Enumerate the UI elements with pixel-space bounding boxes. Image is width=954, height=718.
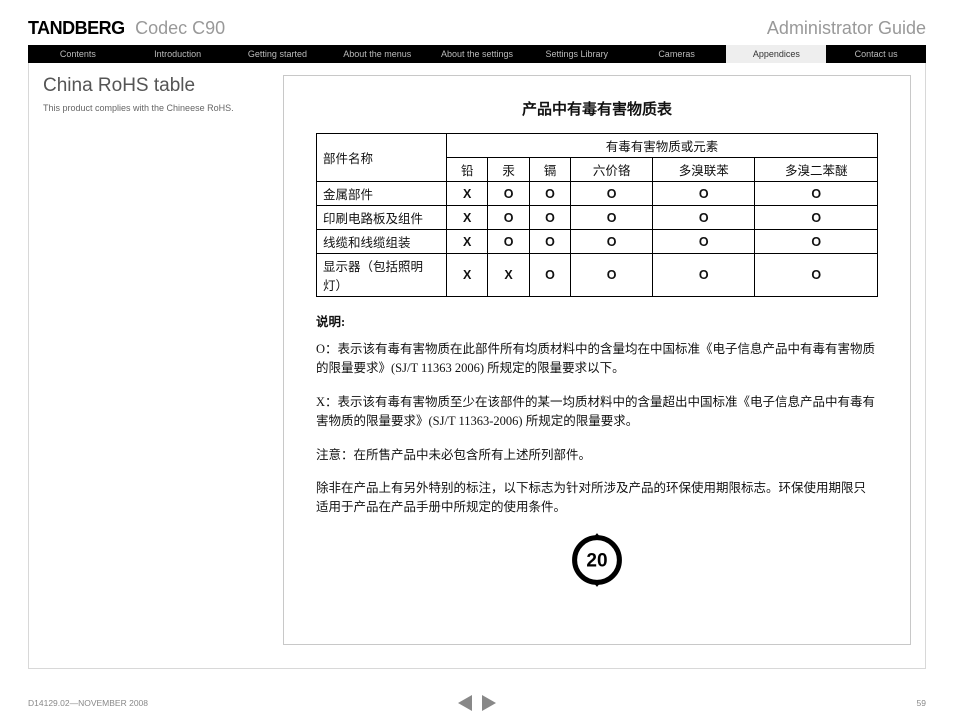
value-cell: O	[529, 206, 570, 230]
rohs-title: 产品中有毒有害物质表	[316, 98, 878, 119]
value-cell: O	[529, 254, 570, 297]
document-title: Administrator Guide	[767, 18, 926, 39]
nav-tab[interactable]: Cameras	[627, 45, 727, 63]
doc-reference: D14129.02—NOVEMBER 2008	[28, 698, 148, 708]
col-substance: 多溴联苯	[653, 158, 755, 182]
col-substance: 汞	[488, 158, 529, 182]
value-cell: O	[488, 230, 529, 254]
value-cell: X	[447, 206, 488, 230]
value-cell: O	[571, 206, 653, 230]
explain-x: X：表示该有毒有害物质至少在该部件的某一均质材料中的含量超出中国标准《电子信息产…	[316, 393, 878, 432]
explain-note: 注意：在所售产品中未必包含所有上述所列部件。	[316, 446, 878, 465]
nav-tab[interactable]: Introduction	[128, 45, 228, 63]
nav-tab[interactable]: Contact us	[826, 45, 926, 63]
content-area: China RoHS table This product complies w…	[28, 63, 926, 669]
value-cell: O	[529, 182, 570, 206]
value-cell: O	[571, 230, 653, 254]
nav-tab[interactable]: Appendices	[726, 45, 826, 63]
env-use-period-icon: 20	[569, 532, 625, 588]
col-substance: 镉	[529, 158, 570, 182]
value-cell: O	[529, 230, 570, 254]
col-substance: 多溴二苯醚	[755, 158, 878, 182]
nav-tab[interactable]: Settings Library	[527, 45, 627, 63]
col-group-header: 有毒有害物质或元素	[447, 134, 878, 158]
value-cell: O	[488, 182, 529, 206]
value-cell: O	[571, 254, 653, 297]
part-cell: 显示器（包括照明灯）	[317, 254, 447, 297]
brand-logo: TANDBERG	[28, 18, 125, 38]
col-substance: 铅	[447, 158, 488, 182]
value-cell: O	[755, 206, 878, 230]
section-title: China RoHS table	[43, 75, 263, 97]
table-row: 金属部件XOOOOO	[317, 182, 878, 206]
rohs-document: 产品中有毒有害物质表 部件名称有毒有害物质或元素铅汞镉六价铬多溴联苯多溴二苯醚金…	[283, 75, 911, 645]
nav-tab[interactable]: About the settings	[427, 45, 527, 63]
value-cell: O	[755, 182, 878, 206]
page-nav-arrows	[458, 695, 496, 711]
page-number: 59	[917, 698, 926, 708]
table-row: 显示器（包括照明灯）XXOOOO	[317, 254, 878, 297]
rohs-table: 部件名称有毒有害物质或元素铅汞镉六价铬多溴联苯多溴二苯醚金属部件XOOOOO印刷…	[316, 133, 878, 297]
svg-text:20: 20	[586, 550, 607, 571]
value-cell: X	[447, 230, 488, 254]
value-cell: O	[488, 206, 529, 230]
value-cell: O	[653, 182, 755, 206]
part-cell: 印刷电路板及组件	[317, 206, 447, 230]
sidebar: China RoHS table This product complies w…	[43, 75, 263, 656]
page-footer: D14129.02—NOVEMBER 2008 59	[28, 698, 926, 708]
value-cell: X	[488, 254, 529, 297]
prev-page-arrow-icon[interactable]	[458, 695, 472, 711]
explain-env: 除非在产品上有另外特别的标注，以下标志为针对所涉及产品的环保使用期限标志。环保使…	[316, 479, 878, 518]
col-substance: 六价铬	[571, 158, 653, 182]
value-cell: X	[447, 182, 488, 206]
next-page-arrow-icon[interactable]	[482, 695, 496, 711]
value-cell: O	[653, 254, 755, 297]
value-cell: O	[653, 230, 755, 254]
nav-tab[interactable]: Contents	[28, 45, 128, 63]
page-header: TANDBERG Codec C90 Administrator Guide	[28, 18, 926, 39]
value-cell: O	[755, 230, 878, 254]
part-cell: 线缆和线缆组装	[317, 230, 447, 254]
section-subtitle: This product complies with the Chineese …	[43, 103, 263, 113]
value-cell: O	[571, 182, 653, 206]
value-cell: X	[447, 254, 488, 297]
explain-o: O：表示该有毒有害物质在此部件所有均质材料中的含量均在中国标准《电子信息产品中有…	[316, 340, 878, 379]
table-row: 线缆和线缆组装XOOOOO	[317, 230, 878, 254]
env-use-period-mark: 20	[316, 532, 878, 592]
explain-heading: 说明:	[316, 311, 878, 330]
nav-tab[interactable]: About the menus	[327, 45, 427, 63]
nav-tab[interactable]: Getting started	[228, 45, 328, 63]
value-cell: O	[653, 206, 755, 230]
top-nav: ContentsIntroductionGetting startedAbout…	[28, 45, 926, 63]
product-model: Codec C90	[135, 18, 225, 38]
part-cell: 金属部件	[317, 182, 447, 206]
col-part-name: 部件名称	[317, 134, 447, 182]
table-row: 印刷电路板及组件XOOOOO	[317, 206, 878, 230]
value-cell: O	[755, 254, 878, 297]
